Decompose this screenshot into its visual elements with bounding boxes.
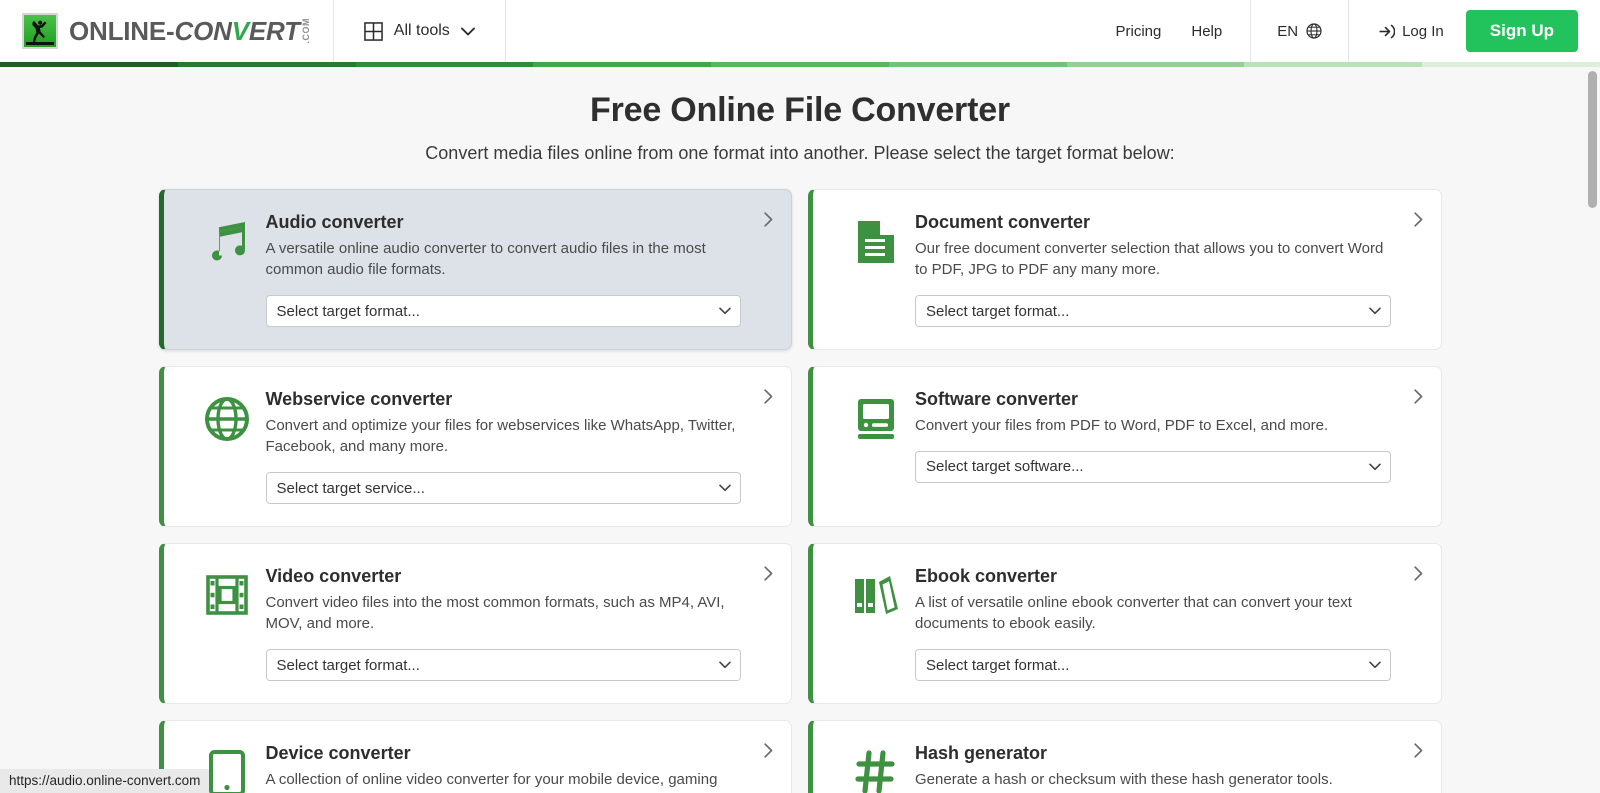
auth-area: Log In Sign Up (1349, 0, 1600, 62)
select-value: Select target format... (926, 302, 1070, 320)
card-body: Video converter Convert video files into … (265, 565, 768, 682)
page-content: Free Online File Converter Convert media… (0, 67, 1600, 793)
login-arrow-icon (1379, 24, 1396, 39)
converter-card-document-converter[interactable]: Document converter Our free document conv… (808, 189, 1442, 351)
music-note-icon (188, 211, 266, 327)
signup-button[interactable]: Sign Up (1465, 9, 1578, 53)
card-body: Hash generator Generate a hash or checksu… (915, 742, 1417, 793)
target-format-select[interactable]: Select target format... (915, 649, 1391, 682)
card-description: A collection of online video converter f… (265, 770, 718, 793)
hero-section: Free Online File Converter Convert media… (0, 67, 1600, 164)
target-format-select[interactable]: Select target software... (915, 450, 1391, 483)
card-description: Our free document converter selection th… (915, 239, 1384, 278)
login-label: Log In (1402, 22, 1444, 40)
login-button[interactable]: Log In (1379, 23, 1444, 40)
converter-card-video-converter[interactable]: Video converter Convert video files into … (158, 543, 792, 705)
header-nav: Pricing Help (1088, 0, 1251, 62)
chevron-right-icon[interactable] (1413, 212, 1423, 227)
status-bar-url: https://audio.online-convert.com (0, 769, 210, 793)
monitor-icon (837, 388, 915, 504)
chevron-right-icon[interactable] (764, 566, 773, 581)
card-title: Document converter (915, 212, 1091, 232)
target-format-select[interactable]: Select target format... (265, 295, 741, 328)
logo-part-c: ERT (248, 16, 300, 47)
card-body: Webservice converter Convert and optimize… (265, 388, 768, 505)
page-title: Free Online File Converter (590, 91, 1010, 129)
card-title: Ebook converter (915, 566, 1058, 587)
target-format-select[interactable]: Select target format... (265, 649, 741, 682)
select-value: Select target format... (276, 302, 420, 320)
chevron-right-icon[interactable] (1413, 743, 1423, 758)
books-icon (837, 565, 915, 681)
grid-icon (363, 21, 383, 41)
film-strip-icon (188, 565, 266, 681)
logo-dash: - (166, 16, 175, 47)
card-description: Convert video files into the most common… (265, 593, 725, 632)
nav-link-help[interactable]: Help (1191, 23, 1222, 40)
chevron-right-icon[interactable] (764, 389, 773, 404)
language-switcher[interactable]: EN (1250, 0, 1350, 62)
chevron-right-icon[interactable] (764, 212, 773, 227)
logo-part-v: V (231, 16, 249, 47)
chevron-right-icon[interactable] (1413, 389, 1423, 404)
target-format-select[interactable]: Select target format... (915, 295, 1391, 328)
card-description: Convert your files from PDF to Word, PDF… (915, 416, 1329, 434)
page-scrollbar[interactable] (1585, 67, 1600, 793)
document-icon (837, 211, 915, 327)
globe-grid-icon (188, 388, 266, 504)
select-value: Select target format... (276, 656, 420, 674)
card-title: Hash generator (915, 743, 1048, 764)
converter-card-grid: Audio converter A versatile online audio … (158, 189, 1442, 793)
card-title: Audio converter (265, 212, 404, 232)
select-value: Select target service... (276, 479, 425, 497)
logo-wordmark: ONLINE - CON V ERT .COM (69, 18, 311, 45)
card-body: Ebook converter A list of versatile onlin… (915, 565, 1417, 682)
all-tools-menu[interactable]: All tools (334, 0, 506, 62)
card-body: Software converter Convert your files fro… (915, 388, 1417, 504)
site-header: ONLINE - CON V ERT .COM All tools Pricing Hel… (0, 0, 1600, 62)
card-title: Video converter (265, 566, 402, 587)
select-value: Select target software... (926, 458, 1084, 476)
card-title: Webservice converter (265, 389, 453, 410)
target-format-select[interactable]: Select target service... (265, 472, 741, 505)
logo-part-a: ONLINE (69, 16, 167, 47)
select-value: Select target format... (926, 656, 1070, 674)
card-body: Document converter Our free document conv… (915, 211, 1417, 328)
chevron-right-icon[interactable] (1413, 566, 1423, 581)
globe-icon (1306, 23, 1322, 39)
card-title: Device converter (265, 743, 411, 764)
converter-card-ebook-converter[interactable]: Ebook converter A list of versatile onlin… (808, 543, 1442, 705)
card-description: A list of versatile online ebook convert… (915, 593, 1352, 632)
all-tools-label: All tools (393, 22, 450, 39)
card-description: Generate a hash or checksum with these h… (915, 770, 1333, 788)
converter-card-device-converter[interactable]: Device converter A collection of online v… (158, 720, 792, 793)
chevron-down-icon (460, 27, 475, 36)
converter-card-software-converter[interactable]: Software converter Convert your files fro… (808, 366, 1442, 528)
header-spacer (506, 0, 1088, 62)
card-body: Audio converter A versatile online audio … (265, 211, 768, 328)
logo-part-b: CON (174, 16, 232, 47)
card-description: A versatile online audio converter to co… (265, 239, 706, 278)
scrollbar-thumb[interactable] (1588, 71, 1597, 208)
chevron-right-icon[interactable] (764, 743, 773, 758)
card-body: Device converter A collection of online v… (266, 742, 768, 793)
card-title: Software converter (915, 389, 1079, 410)
logo[interactable]: ONLINE - CON V ERT .COM (0, 0, 334, 62)
logo-tld: .COM (300, 17, 311, 44)
page-subtitle: Convert media files online from one form… (425, 143, 1175, 163)
runner-logo-icon (22, 13, 58, 49)
card-description: Convert and optimize your files for webs… (265, 416, 736, 455)
converter-card-webservice-converter[interactable]: Webservice converter Convert and optimize… (158, 366, 792, 528)
converter-card-audio-converter[interactable]: Audio converter A versatile online audio … (158, 189, 792, 351)
nav-link-pricing[interactable]: Pricing (1116, 23, 1162, 40)
language-code: EN (1277, 22, 1299, 40)
converter-card-hash-generator[interactable]: Hash generator Generate a hash or checksu… (808, 720, 1442, 793)
hash-icon (837, 742, 915, 793)
